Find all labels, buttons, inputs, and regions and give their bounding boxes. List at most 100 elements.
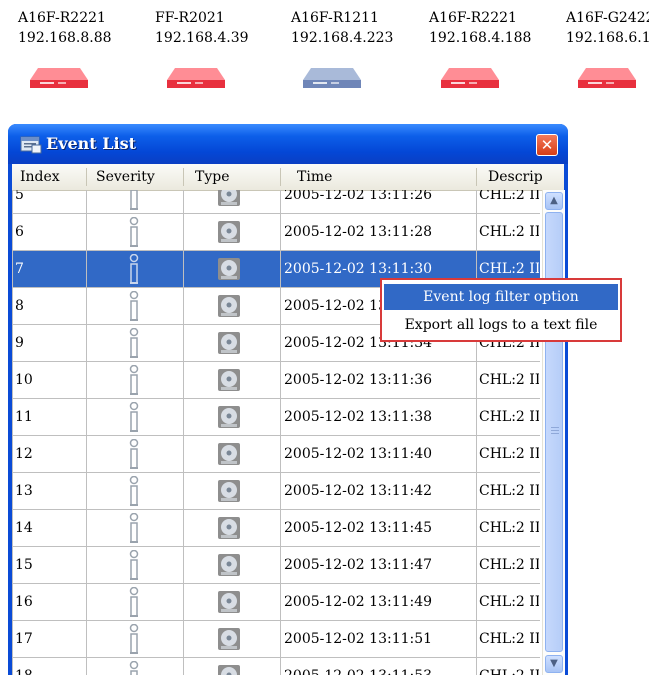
column-header-description[interactable]: Descrip bbox=[488, 164, 544, 190]
title-bar[interactable]: Event List ✕ bbox=[8, 124, 568, 164]
cell-type bbox=[183, 621, 280, 658]
disk-icon bbox=[218, 554, 240, 576]
table-row[interactable]: 13 2005-12-02 13:11:42 CHL:2 II bbox=[12, 473, 540, 510]
info-icon bbox=[130, 190, 138, 210]
info-icon bbox=[129, 624, 139, 654]
cell-index: 14 bbox=[15, 520, 33, 536]
info-icon bbox=[129, 365, 139, 395]
disk-icon bbox=[218, 665, 240, 675]
table-row[interactable]: 5 2005-12-02 13:11:26 CHL:2 II bbox=[12, 190, 540, 214]
context-menu: Event log filter option Export all logs t… bbox=[380, 278, 622, 342]
cell-index: 8 bbox=[15, 298, 24, 314]
table-row[interactable]: 16 2005-12-02 13:11:49 CHL:2 II bbox=[12, 584, 540, 621]
table-header: Index Severity Type Time Descrip bbox=[12, 164, 564, 191]
cell-time: 2005-12-02 13:11:42 bbox=[284, 483, 433, 499]
disk-icon bbox=[218, 591, 240, 613]
disk-icon bbox=[218, 406, 240, 428]
window-list-icon bbox=[20, 136, 42, 154]
cell-time: 2005-12-02 13:11:49 bbox=[284, 594, 433, 610]
scroll-up-button[interactable]: ▲ bbox=[545, 192, 563, 210]
info-icon bbox=[129, 587, 139, 617]
table-row[interactable]: 18 2005-12-02 13:11:53 CHL:2 II bbox=[12, 658, 540, 675]
info-icon bbox=[129, 328, 139, 358]
column-divider[interactable] bbox=[86, 168, 87, 186]
device-ip: 192.168.8.88 bbox=[18, 30, 112, 46]
table-row[interactable]: 12 2005-12-02 13:11:40 CHL:2 II bbox=[12, 436, 540, 473]
column-gridline bbox=[476, 190, 477, 675]
cell-index: 6 bbox=[15, 224, 24, 240]
cell-index: 10 bbox=[15, 372, 33, 388]
menu-item-filter-option[interactable]: Event log filter option bbox=[384, 284, 618, 310]
cell-time: 2005-12-02 13:11:36 bbox=[284, 372, 433, 388]
cell-description: CHL:2 II bbox=[479, 409, 539, 425]
cell-index: 12 bbox=[15, 446, 33, 462]
grip-line bbox=[551, 430, 559, 431]
cell-type bbox=[183, 190, 280, 214]
disk-icon bbox=[218, 480, 240, 502]
table-row[interactable]: 14 2005-12-02 13:11:45 CHL:2 II bbox=[12, 510, 540, 547]
grip-line bbox=[551, 427, 559, 428]
info-icon bbox=[129, 402, 139, 432]
cell-severity bbox=[86, 251, 183, 288]
cell-time: 2005-12-02 13:11:26 bbox=[284, 190, 433, 203]
column-header-time[interactable]: Time bbox=[297, 164, 467, 190]
router-icon bbox=[303, 68, 361, 88]
disk-icon bbox=[218, 517, 240, 539]
cell-severity bbox=[86, 658, 183, 675]
device-ip: 192.168.4.223 bbox=[291, 30, 394, 46]
cell-severity bbox=[86, 288, 183, 325]
chevron-down-icon: ▼ bbox=[550, 658, 558, 669]
device-strip: A16F-R2221 192.168.8.88 FF-R2021 192.168.4.… bbox=[0, 0, 649, 110]
column-divider[interactable] bbox=[183, 168, 184, 186]
disk-icon bbox=[218, 443, 240, 465]
cell-time: 2005-12-02 13:11:45 bbox=[284, 520, 433, 536]
chevron-up-icon: ▲ bbox=[550, 195, 558, 206]
menu-item-export-logs[interactable]: Export all logs to a text file bbox=[384, 312, 618, 338]
vertical-scrollbar[interactable]: ▲ ▼ bbox=[542, 190, 565, 675]
column-divider[interactable] bbox=[476, 168, 477, 186]
device-ip: 192.168.6.10 bbox=[566, 30, 649, 46]
cell-description: CHL:2 II bbox=[479, 520, 539, 536]
disk-icon bbox=[218, 628, 240, 650]
column-header-index[interactable]: Index bbox=[20, 164, 86, 190]
table-row[interactable]: 15 2005-12-02 13:11:47 CHL:2 II bbox=[12, 547, 540, 584]
cell-type bbox=[183, 251, 280, 288]
close-button[interactable]: ✕ bbox=[536, 134, 558, 156]
table-row[interactable]: 10 2005-12-02 13:11:36 CHL:2 II bbox=[12, 362, 540, 399]
cell-severity bbox=[86, 190, 183, 214]
table-row[interactable]: 6 2005-12-02 13:11:28 CHL:2 II bbox=[12, 214, 540, 251]
info-icon bbox=[129, 291, 139, 321]
cell-index: 16 bbox=[15, 594, 33, 610]
column-header-type[interactable]: Type bbox=[195, 164, 275, 190]
cell-index: 5 bbox=[15, 190, 24, 203]
column-gridline bbox=[183, 190, 184, 675]
cell-time: 2005-12-02 13:11:47 bbox=[284, 557, 433, 573]
cell-time: 2005-12-02 13:11:51 bbox=[284, 631, 433, 647]
device-name: A16F-G2422 bbox=[566, 10, 649, 26]
cell-index: 17 bbox=[15, 631, 33, 647]
cell-index: 11 bbox=[15, 409, 33, 425]
info-icon bbox=[129, 217, 139, 247]
table-row[interactable]: 11 2005-12-02 13:11:38 CHL:2 II bbox=[12, 399, 540, 436]
cell-type bbox=[183, 584, 280, 621]
disk-icon bbox=[218, 258, 240, 280]
cell-severity bbox=[86, 584, 183, 621]
cell-index: 13 bbox=[15, 483, 33, 499]
cell-description: CHL:2 II bbox=[479, 483, 539, 499]
cell-type bbox=[183, 214, 280, 251]
table-body: 5 2005-12-02 13:11:26 CHL:2 II 6 2005-12-02 … bbox=[12, 190, 540, 675]
info-icon bbox=[129, 550, 139, 580]
scroll-down-button[interactable]: ▼ bbox=[545, 655, 563, 673]
disk-icon bbox=[218, 190, 240, 206]
table-row[interactable]: 17 2005-12-02 13:11:51 CHL:2 II bbox=[12, 621, 540, 658]
cell-time: 2005-12-02 13:11:40 bbox=[284, 446, 433, 462]
cell-description: CHL:2 II bbox=[479, 224, 539, 240]
device-name: A16F-R2221 bbox=[18, 10, 106, 26]
cell-description: CHL:2 II bbox=[479, 557, 539, 573]
cell-severity bbox=[86, 436, 183, 473]
info-icon bbox=[129, 513, 139, 543]
cell-type bbox=[183, 399, 280, 436]
column-header-severity[interactable]: Severity bbox=[96, 164, 182, 190]
column-divider[interactable] bbox=[280, 168, 281, 186]
cell-type bbox=[183, 325, 280, 362]
